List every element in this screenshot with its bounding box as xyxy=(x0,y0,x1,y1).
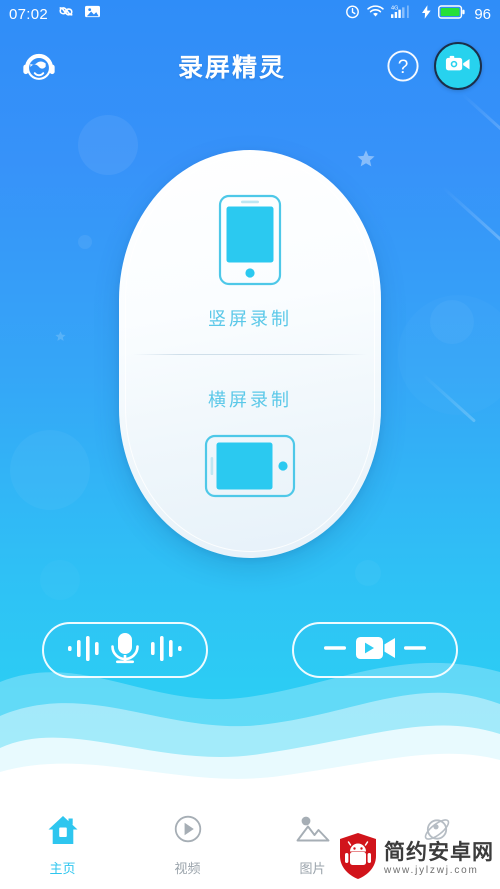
status-time: 07:02 xyxy=(9,5,49,23)
nav-label-images: 图片 xyxy=(299,861,326,876)
video-play-icon xyxy=(312,630,438,671)
home-icon xyxy=(46,814,80,851)
battery-percent: 96 xyxy=(474,5,491,23)
mode-card-wrapper: 竖屏录制 横屏录制 xyxy=(0,150,500,558)
microphone-button[interactable] xyxy=(42,622,208,678)
video-camera-icon xyxy=(445,54,471,79)
phone-portrait-icon xyxy=(218,194,282,291)
wifi-icon xyxy=(367,5,385,23)
mode-card: 竖屏录制 横屏录制 xyxy=(119,150,381,558)
android-shield-icon xyxy=(338,832,378,885)
battery-icon xyxy=(438,4,465,24)
status-bar-left: 07:02 xyxy=(9,4,101,24)
landscape-record-option[interactable]: 横屏录制 xyxy=(119,354,381,558)
watermark-texts: 简约安卓网 www.jylzwj.com xyxy=(384,842,494,876)
video-button[interactable] xyxy=(292,622,458,678)
meteor-1 xyxy=(461,92,500,153)
page-title: 录屏精灵 xyxy=(177,54,286,82)
portrait-record-option[interactable]: 竖屏录制 xyxy=(119,150,381,354)
bg-circle-7 xyxy=(40,560,80,600)
svg-text:4G: 4G xyxy=(391,6,398,12)
nav-label-video: 视频 xyxy=(174,861,201,876)
alarm-icon xyxy=(345,4,360,24)
signal-4g-icon: 4G xyxy=(391,4,415,24)
microphone-waves-icon xyxy=(62,630,188,671)
record-button[interactable] xyxy=(434,42,482,90)
nav-item-video[interactable]: 视频 xyxy=(125,814,250,877)
headphones-face-icon[interactable] xyxy=(18,45,60,87)
image-mountain-icon xyxy=(295,814,331,851)
screenshot-icon xyxy=(84,4,101,24)
status-bar-right: 4G 96 xyxy=(345,4,491,24)
help-circle-icon[interactable]: ? xyxy=(386,49,420,83)
phone-landscape-icon xyxy=(204,434,296,503)
app-root: 07:02 4G 96 录屏精灵 ? 竖屏录制 横屏录制 主页 视频 图片 简约… xyxy=(0,0,500,889)
charging-bolt-icon xyxy=(422,4,431,24)
landscape-record-label: 横屏录制 xyxy=(208,390,292,410)
portrait-record-label: 竖屏录制 xyxy=(208,309,292,329)
play-circle-icon xyxy=(171,814,205,851)
svg-text:?: ? xyxy=(398,57,409,78)
watermark-url: www.jylzwj.com xyxy=(384,864,479,876)
nav-item-home[interactable]: 主页 xyxy=(0,814,125,877)
status-bar: 07:02 4G 96 xyxy=(0,0,500,28)
watermark: 简约安卓网 www.jylzwj.com xyxy=(338,832,494,885)
app-header: 录屏精灵 ? xyxy=(0,32,500,100)
bg-circle-6 xyxy=(355,560,381,586)
watermark-name: 简约安卓网 xyxy=(384,840,494,864)
nav-label-home: 主页 xyxy=(49,861,76,876)
action-buttons xyxy=(0,622,500,678)
infinity-icon xyxy=(55,5,77,24)
